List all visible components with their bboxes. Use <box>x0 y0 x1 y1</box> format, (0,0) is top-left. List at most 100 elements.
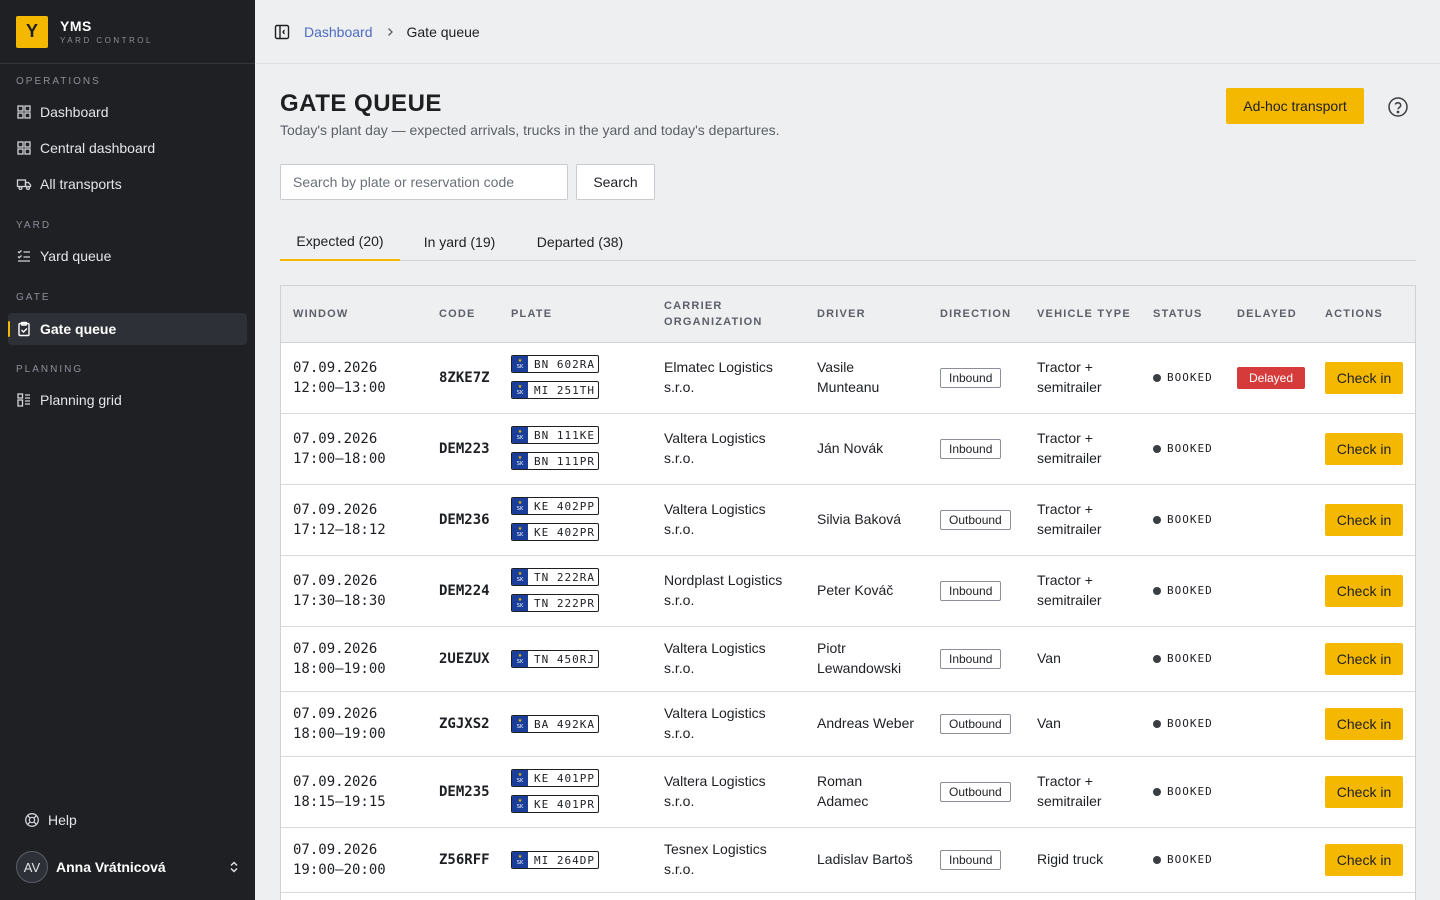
carrier-name: Valtera Logistics <box>664 430 766 446</box>
search-input[interactable] <box>280 164 568 200</box>
carrier-name: Valtera Logistics <box>664 705 766 721</box>
reservation-code: DEM223 <box>439 441 490 457</box>
plate-list: ★ SK KE 402PP ★ SK KE 402PR <box>511 497 599 541</box>
topbar: Dashboard Gate queue <box>256 0 1440 64</box>
header-code: CODE <box>439 308 476 320</box>
help-circle-icon[interactable] <box>1387 96 1409 118</box>
table-row: 07.09.2026 18:15–19:15 DEM235 ★ SK KE 401P… <box>281 757 1415 828</box>
window-date: 07.09.2026 <box>293 431 378 447</box>
sidebar-item-gate-queue[interactable]: Gate queue <box>8 313 247 345</box>
plate-list: ★ SK TN 450RJ <box>511 650 599 668</box>
tab-in-yard[interactable]: In yard (19) <box>408 222 511 261</box>
check-in-button[interactable]: Check in <box>1325 708 1403 740</box>
adhoc-transport-button[interactable]: Ad-hoc transport <box>1226 88 1364 124</box>
sidebar-toggle-icon[interactable] <box>274 24 290 40</box>
grid-icon <box>17 105 31 119</box>
carrier-name: Nordplast Logistics <box>664 572 783 588</box>
truck-icon <box>16 179 32 191</box>
plate-list: ★ SK TN 222RA ★ SK TN 222PR <box>511 568 599 612</box>
sidebar-item-all-transports[interactable]: All transports <box>8 168 247 200</box>
carrier-name: Valtera Logistics <box>664 773 766 789</box>
direction-badge: Outbound <box>940 714 1011 734</box>
eu-flag-icon: ★ SK <box>512 382 528 398</box>
check-in-button[interactable]: Check in <box>1325 776 1403 808</box>
sidebar-item-label: Yard queue <box>40 248 112 264</box>
license-plate: ★ SK KE 401PP <box>511 769 599 787</box>
brand-subtitle: YARD CONTROL <box>60 36 153 45</box>
check-in-button[interactable]: Check in <box>1325 844 1403 876</box>
vehicle-type: Van <box>1037 715 1061 731</box>
carrier-suffix: s.r.o. <box>664 861 695 877</box>
vehicle-type: Tractor + <box>1037 773 1093 789</box>
status-dot <box>1153 373 1161 382</box>
check-in-button[interactable]: Check in <box>1325 433 1403 465</box>
sidebar-item-planning-grid[interactable]: Planning grid <box>8 384 247 416</box>
sidebar-item-dashboard[interactable]: Dashboard <box>8 96 247 128</box>
header-vehicle-type: VEHICLE TYPE <box>1037 308 1131 320</box>
vehicle-type-2: semitrailer <box>1037 450 1102 466</box>
header-status: STATUS <box>1153 308 1203 320</box>
direction-badge: Outbound <box>940 782 1011 802</box>
tab-departed[interactable]: Departed (38) <box>520 222 640 261</box>
eu-flag-icon: ★ SK <box>512 498 528 514</box>
driver-name: Peter Kováč <box>817 582 894 598</box>
vehicle-type: Tractor + <box>1037 430 1093 446</box>
header-actions: ACTIONS <box>1325 308 1383 320</box>
table-row <box>281 893 1415 900</box>
page-subtitle: Today's plant day — expected arrivals, t… <box>280 122 780 138</box>
sidebar-item-central-dashboard[interactable]: Central dashboard <box>8 132 247 164</box>
header-carrier: CARRIER <box>664 300 723 312</box>
user-name: Anna Vrátnicová <box>56 859 166 875</box>
table-row: 07.09.2026 17:30–18:30 DEM224 ★ SK TN 222R… <box>281 556 1415 627</box>
table-row: 07.09.2026 18:00–19:00 2UEZUX ★ SK TN 450R… <box>281 627 1415 692</box>
carrier-suffix: s.r.o. <box>664 793 695 809</box>
check-in-button[interactable]: Check in <box>1325 504 1403 536</box>
vehicle-type: Van <box>1037 650 1061 666</box>
table-row: 07.09.2026 17:00–18:00 DEM223 ★ SK BN 111K… <box>281 414 1415 485</box>
driver-name: Andreas Weber <box>817 715 915 731</box>
check-in-button[interactable]: Check in <box>1325 362 1403 394</box>
eu-flag-icon: ★ SK <box>512 852 528 868</box>
sidebar-item-yard-queue[interactable]: Yard queue <box>8 240 247 272</box>
status-badge: BOOKED <box>1153 717 1213 730</box>
driver-name-2: Adamec <box>817 793 869 809</box>
license-plate: ★ SK TN 450RJ <box>511 650 599 668</box>
sidebar-item-label: All transports <box>40 176 122 192</box>
status-dot <box>1153 719 1161 728</box>
check-in-button[interactable]: Check in <box>1325 643 1403 675</box>
driver-name: Roman <box>817 773 863 789</box>
status-dot <box>1153 515 1161 524</box>
status-badge: BOOKED <box>1153 785 1213 798</box>
direction-badge: Outbound <box>940 510 1011 530</box>
sidebar: Y YMS YARD CONTROL OPERATIONS Dashboard … <box>0 0 255 900</box>
status-badge: BOOKED <box>1153 442 1213 455</box>
tab-expected[interactable]: Expected (20) <box>280 222 400 261</box>
help-link[interactable]: Help <box>16 806 77 834</box>
license-plate: ★ SK BN 111PR <box>511 452 599 470</box>
reservation-code: DEM224 <box>439 583 490 599</box>
window-time: 12:00–13:00 <box>293 380 386 396</box>
window-time: 19:00–20:00 <box>293 862 386 878</box>
vehicle-type: Tractor + <box>1037 572 1093 588</box>
brand: Y YMS YARD CONTROL <box>0 0 255 64</box>
breadcrumb-dashboard[interactable]: Dashboard <box>304 24 373 40</box>
license-plate: ★ SK MI 264DP <box>511 851 599 869</box>
carrier-suffix: s.r.o. <box>664 725 695 741</box>
search-button[interactable]: Search <box>576 164 655 200</box>
window-date: 07.09.2026 <box>293 774 378 790</box>
direction-badge: Inbound <box>940 368 1002 388</box>
license-plate: ★ SK BN 602RA <box>511 355 599 373</box>
eu-flag-icon: ★ SK <box>512 453 528 469</box>
vehicle-type-2: semitrailer <box>1037 793 1102 809</box>
table-row: 07.09.2026 17:12–18:12 DEM236 ★ SK KE 402P… <box>281 485 1415 556</box>
user-menu[interactable]: AV Anna Vrátnicová <box>16 851 241 883</box>
driver-name: Vasile <box>817 359 855 375</box>
license-plate: ★ SK BN 111KE <box>511 426 599 444</box>
license-plate: ★ SK BA 492KA <box>511 715 599 733</box>
vehicle-type-2: semitrailer <box>1037 379 1102 395</box>
license-plate: ★ SK KE 402PP <box>511 497 599 515</box>
header-plate: PLATE <box>511 308 553 320</box>
check-in-button[interactable]: Check in <box>1325 575 1403 607</box>
carrier-name: Valtera Logistics <box>664 640 766 656</box>
plate-list: ★ SK BN 602RA ★ SK MI 251TH <box>511 355 599 399</box>
